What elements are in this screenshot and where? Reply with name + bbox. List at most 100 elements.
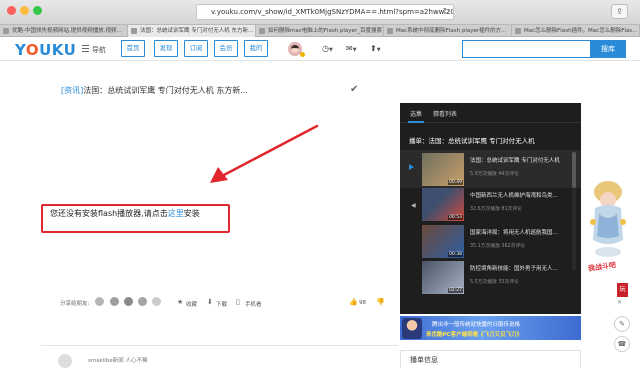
- tab-youku-home[interactable]: 优酷-中国领先视频网站,提供视频播放,视频...: [0, 25, 128, 37]
- checkmark-icon: ✔: [350, 84, 359, 95]
- nav-vip-button[interactable]: 会员: [214, 40, 238, 57]
- video-duration: 02:27: [448, 288, 463, 293]
- ad-text-line2: 来优酷PC客户端观看《飞刀又见飞刀》: [426, 332, 523, 338]
- reload-icon[interactable]: ↻: [442, 5, 450, 19]
- nav-home-button[interactable]: 首页: [121, 40, 145, 57]
- more-share-icon[interactable]: [152, 297, 161, 306]
- logo-letter: O: [25, 41, 40, 59]
- address-bar-url: v.youku.com/v_show/id_XMTk0MjgSNzYDMA==.…: [211, 8, 454, 16]
- tab-episodes[interactable]: 选集: [410, 109, 422, 118]
- thumbs-down-icon[interactable]: 👎: [376, 298, 385, 306]
- wechat-icon[interactable]: [124, 297, 133, 306]
- video-thumbnail[interactable]: 00:49: [422, 153, 464, 186]
- video-duration: 00:53: [448, 215, 463, 220]
- tab-guess-list[interactable]: 猜看列表: [433, 109, 457, 118]
- search-input[interactable]: [462, 40, 590, 58]
- upload-icon[interactable]: ⬆▼: [370, 44, 381, 53]
- favorite-icon[interactable]: ★: [177, 298, 183, 306]
- video-stats: 5.5万次播放 33次评论: [470, 280, 519, 285]
- share-icon[interactable]: ⇪: [611, 4, 628, 19]
- video-title-item[interactable]: 法国：总统试训军鹰 专门对付无人机: [470, 156, 578, 164]
- video-thumbnail[interactable]: 02:27: [422, 261, 464, 294]
- now-playing-icon: [409, 164, 414, 170]
- favicon-icon: [131, 28, 137, 34]
- video-title-item[interactable]: 防控境角新技能：国外男子用无人...: [470, 264, 578, 272]
- logo-letter: K: [51, 41, 64, 59]
- qq-icon[interactable]: [138, 297, 147, 306]
- feedback-icon[interactable]: ✎: [614, 316, 630, 332]
- nav-label[interactable]: 导航: [92, 45, 106, 55]
- video-stats: 32.6万次播放 81次评论: [470, 207, 522, 212]
- like-count: 98: [359, 300, 366, 306]
- qzone-icon[interactable]: [110, 297, 119, 306]
- browser-toolbar: v.youku.com/v_show/id_XMTk0MjgSNzYDMA==.…: [0, 0, 640, 25]
- game-title[interactable]: 我战斗吧: [587, 260, 617, 274]
- channel-name[interactable]: smaklibe新闻 人心不稀: [88, 356, 147, 364]
- flash-install-link[interactable]: 这里: [168, 209, 184, 218]
- channel-avatar[interactable]: [58, 354, 72, 368]
- thumbs-up-icon[interactable]: 👍: [349, 298, 358, 306]
- video-thumbnail[interactable]: 00:53: [422, 188, 464, 221]
- nav-discover-button[interactable]: 发现: [154, 40, 178, 57]
- scrollbar-thumb[interactable]: [572, 152, 576, 188]
- favicon-icon: [3, 28, 9, 34]
- video-title: [资讯]法国：总统试训军鹰 专门对付无人机 东方新...: [61, 86, 248, 95]
- download-icon[interactable]: ⬇: [207, 298, 213, 306]
- playlist-item[interactable]: 00:53 中国新西兰无人机维护海湾和鸟类... 32.6万次播放 81次评论: [400, 185, 581, 223]
- flash-install-message: 您还没有安装flash播放器,请点击这里安装: [50, 209, 200, 218]
- tab-mac-flash-2[interactable]: Mac怎么删除Flash插件。Mac怎么删除Flas...: [512, 25, 640, 37]
- favicon-icon: [387, 28, 393, 34]
- search-button[interactable]: 搜库: [590, 40, 626, 58]
- playlist-info-heading: 播单信息: [410, 356, 438, 364]
- favorite-button[interactable]: 收藏: [186, 300, 197, 308]
- tab-bar: 优酷-中国领先视频网站,提供视频播放,视频... 法国：总统试训军鹰 专门对付无…: [0, 25, 640, 37]
- game-character-image[interactable]: [587, 178, 627, 260]
- youku-logo[interactable]: YOUKU: [15, 41, 76, 59]
- tab-current-video[interactable]: 法国：总统试训军鹰 专门对付无人机 东方新...: [128, 25, 256, 37]
- favicon-icon: [515, 28, 521, 34]
- content-divider: [41, 345, 398, 346]
- playlist-item[interactable]: 00:38 国家海洋局：将用无人机巡航我国... 35.1万次播放 362次评论: [400, 222, 581, 260]
- video-title-item[interactable]: 国家海洋局：将用无人机巡航我国...: [470, 228, 578, 236]
- red-arrow-annotation: [210, 124, 319, 183]
- history-icon[interactable]: ◷▼: [322, 44, 333, 53]
- share-label: 分享给朋友:: [60, 301, 90, 307]
- favicon-icon: [259, 28, 265, 34]
- logo-letter: U: [63, 41, 77, 59]
- playlist-title: 播单：法国：总统试训军鹰 专门对付无人机: [409, 137, 535, 145]
- video-duration: 00:38: [448, 252, 463, 257]
- video-category-tag[interactable]: [资讯]: [61, 86, 83, 95]
- customer-service-icon[interactable]: ☎: [614, 336, 630, 352]
- active-tab-indicator: [408, 121, 424, 123]
- address-bar[interactable]: v.youku.com/v_show/id_XMTk0MjgSNzYDMA==.…: [196, 4, 454, 20]
- logo-letter: Y: [15, 41, 26, 59]
- menu-icon[interactable]: [82, 45, 89, 52]
- download-button[interactable]: 下载: [216, 300, 227, 308]
- close-icon[interactable]: ✕: [617, 299, 622, 306]
- video-thumbnail[interactable]: 00:38: [422, 225, 464, 258]
- video-title-item[interactable]: 中国新西兰无人机维护海湾和鸟类...: [470, 191, 578, 199]
- playlist-item[interactable]: 02:27 防控境角新技能：国外男子用无人... 5.5万次播放 33次评论: [400, 258, 581, 296]
- tab-mac-flash-1[interactable]: Mac系统中彻底删除Flash player插件的方...: [384, 25, 512, 37]
- logo-letter: U: [39, 41, 52, 59]
- vip-badge-icon: [300, 52, 305, 57]
- nav-subscribe-button[interactable]: 订阅: [184, 40, 208, 57]
- nav-mine-button[interactable]: 我的: [244, 40, 268, 57]
- ad-text-line1: 腾出非一般传统就快魔的日服传说格: [432, 322, 521, 328]
- message-icon[interactable]: ✉▼: [346, 44, 357, 53]
- mobile-icon[interactable]: ▯: [236, 298, 240, 306]
- playlist-item[interactable]: 00:49 法国：总统试训军鹰 专门对付无人机 5.9万次播放 44次评论: [400, 150, 581, 188]
- video-stats: 5.9万次播放 44次评论: [470, 172, 519, 177]
- weibo-icon[interactable]: [95, 297, 104, 306]
- window-close-icon[interactable]: [7, 6, 16, 15]
- scroll-left-icon[interactable]: ◀: [411, 202, 416, 209]
- site-header: YOUKU 导航 首页 发现 订阅 会员 我的 ◷▼ ✉▼ ⬆▼ 搜库: [0, 37, 640, 61]
- watch-on-phone-button[interactable]: 手机看: [245, 300, 262, 308]
- ad-character-image: [402, 318, 422, 339]
- playlist-tabs: 选集 猜看列表: [400, 103, 581, 123]
- video-stats: 35.1万次播放 362次评论: [470, 244, 525, 249]
- play-game-button[interactable]: 玩: [617, 283, 628, 297]
- window-minimize-icon[interactable]: [20, 6, 29, 15]
- tab-baidu-search[interactable]: 如何删除mac电脑上的Flash player_百度搜索: [256, 25, 384, 37]
- window-zoom-icon[interactable]: [33, 6, 42, 15]
